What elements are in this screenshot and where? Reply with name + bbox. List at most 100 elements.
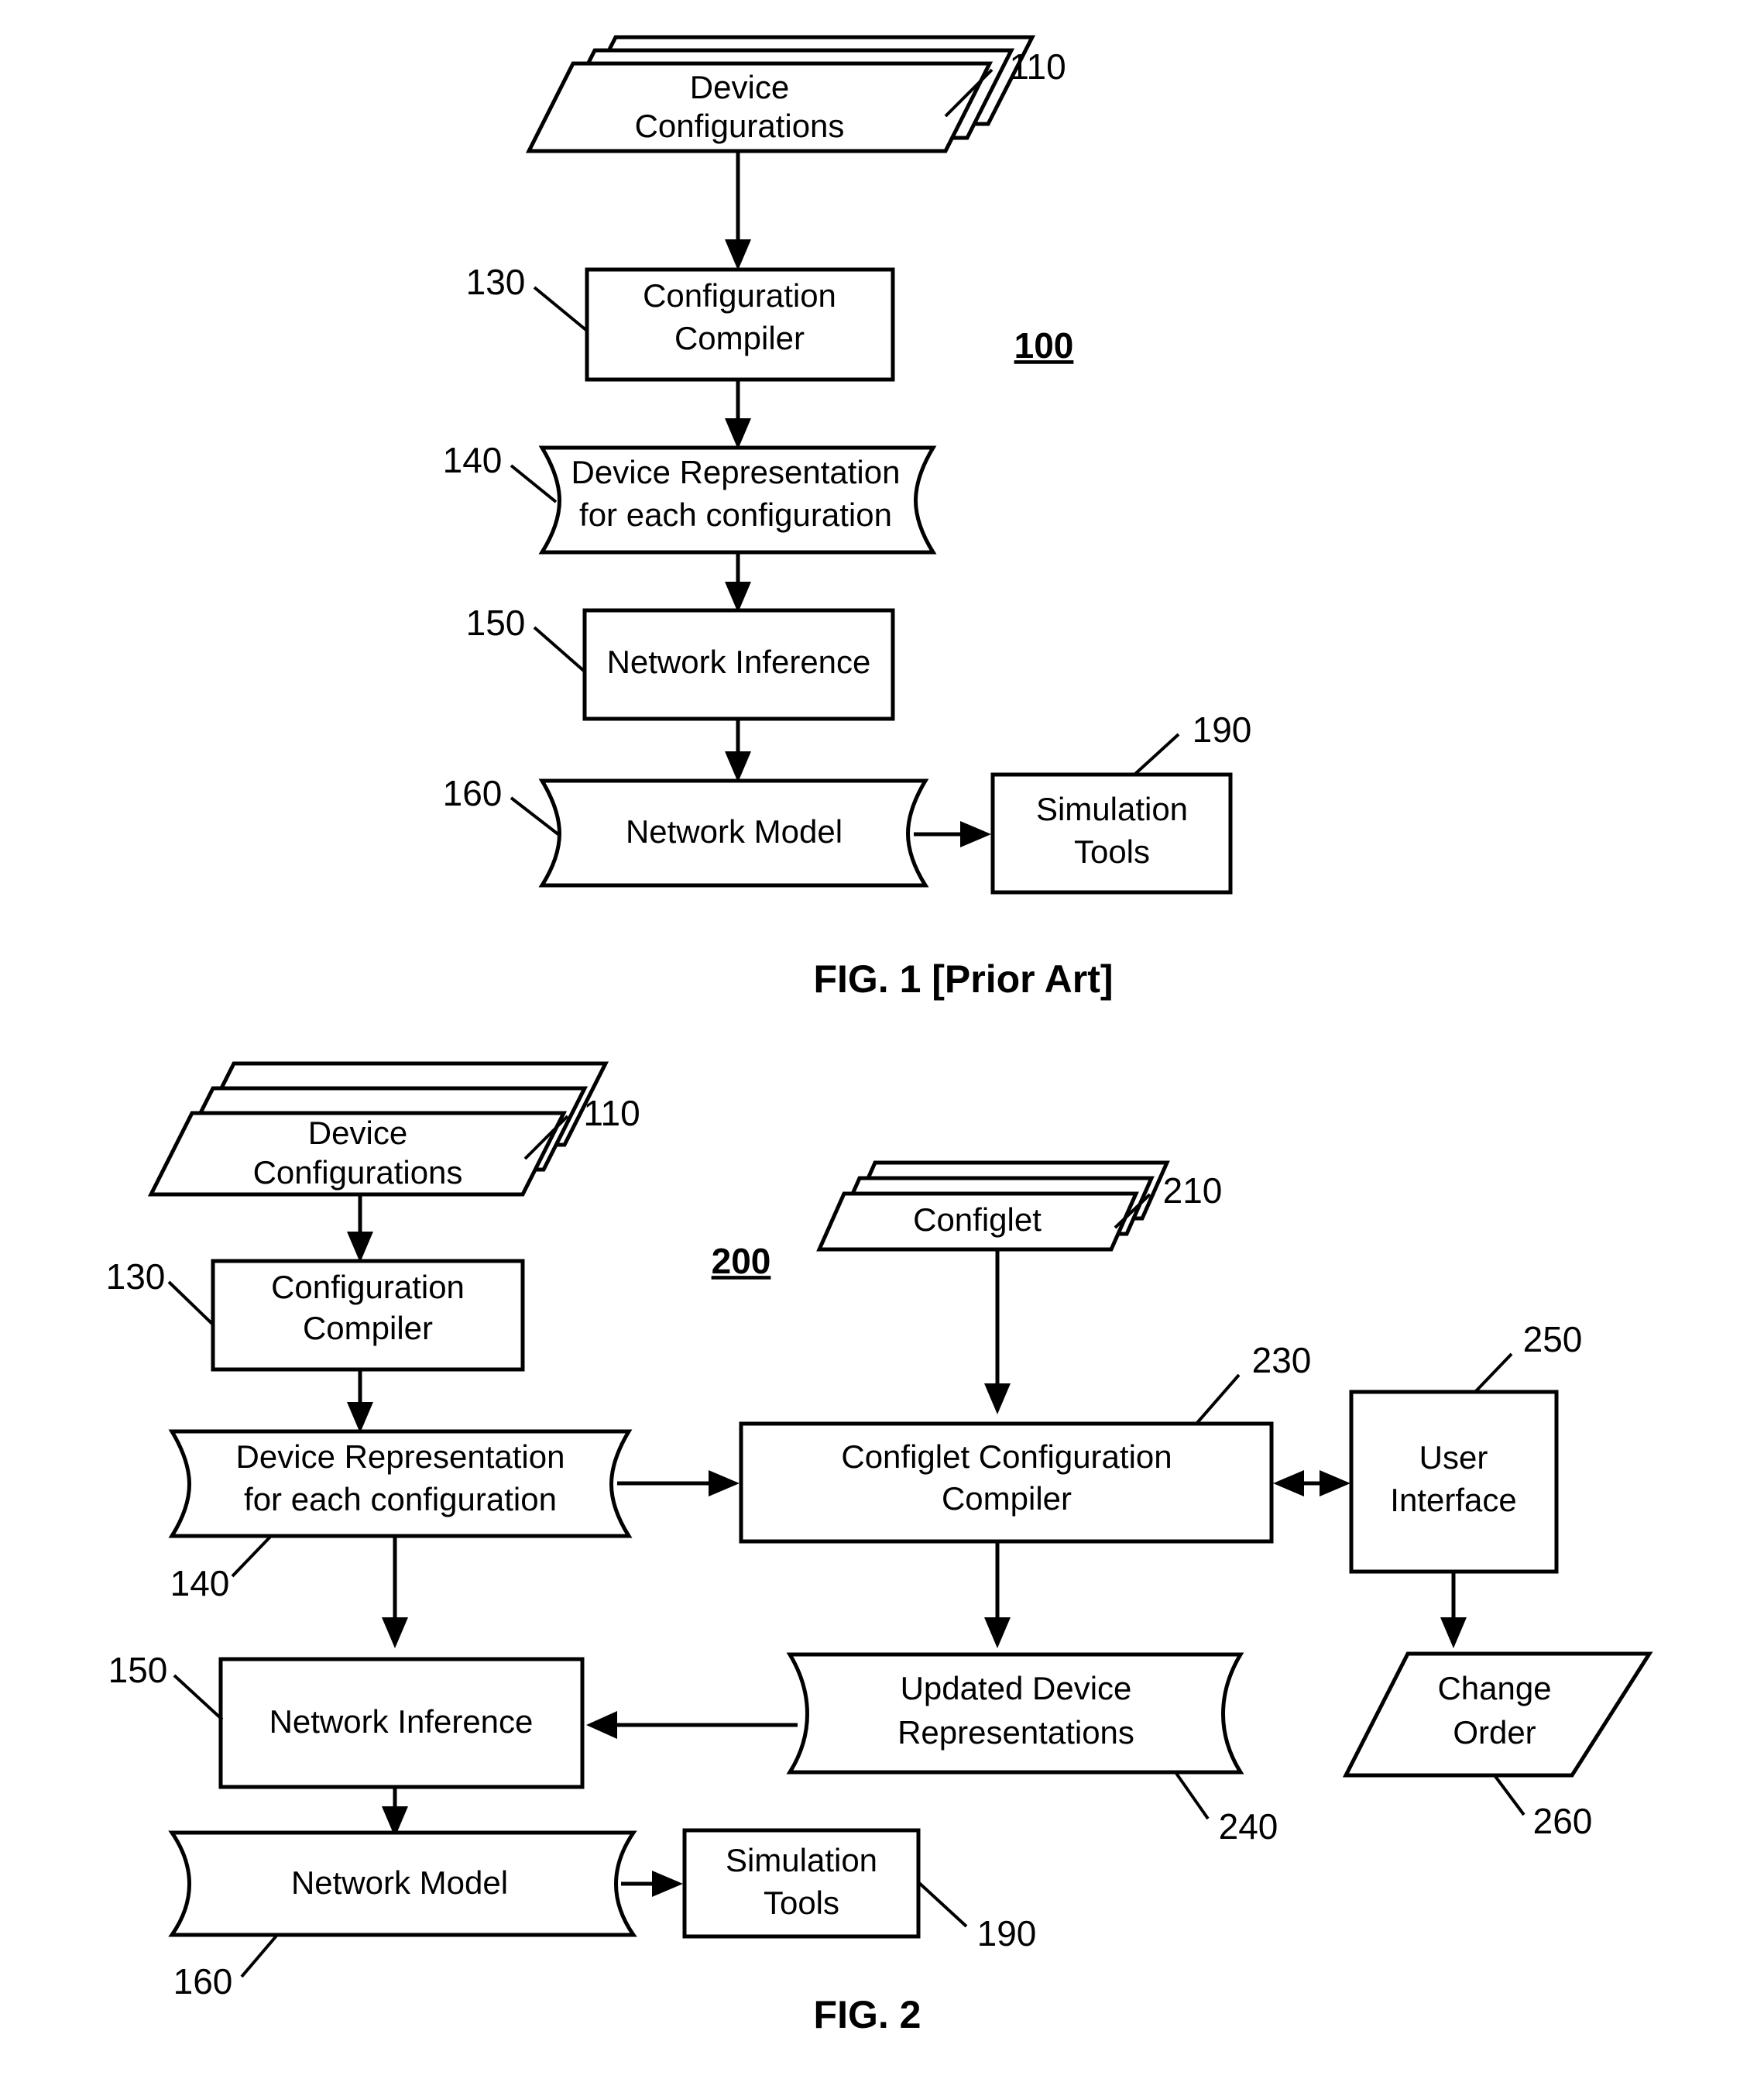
- leader-260-fig2: [1493, 1774, 1525, 1816]
- ref-number-210: 210: [1163, 1170, 1223, 1211]
- figure-1: Device Configurations 110 Configuration …: [443, 35, 1252, 1001]
- ref-number-130-fig1: 130: [466, 262, 526, 302]
- leader-140-fig1: [510, 464, 558, 503]
- leader-140-fig2: [231, 1534, 273, 1578]
- edge-150-to-160-fig1: [725, 719, 751, 782]
- leader-230-fig2: [1195, 1373, 1241, 1425]
- leader-240-fig2: [1174, 1771, 1210, 1820]
- edge-140-to-150-fig1: [725, 552, 751, 613]
- user-interface-label-line1: User: [1419, 1439, 1488, 1476]
- patent-figure-sheet: Device Configurations 110 Configuration …: [106, 35, 1653, 2036]
- device-configurations-label-line2-fig2: Configurations: [253, 1154, 463, 1191]
- user-interface-label-line2: Interface: [1390, 1482, 1516, 1518]
- node-device-configurations-110[interactable]: Device Configurations: [525, 35, 1036, 153]
- ref-number-150-fig1: 150: [466, 603, 526, 643]
- leader-130-fig2: [167, 1280, 214, 1326]
- edge-240-to-150-fig2: [586, 1711, 798, 1739]
- ref-number-130-fig2: 130: [106, 1256, 166, 1297]
- system-number-100: 100: [1014, 325, 1074, 366]
- ref-number-190-fig1: 190: [1193, 710, 1252, 750]
- ref-number-240: 240: [1219, 1806, 1278, 1847]
- ref-number-190-fig2: 190: [977, 1913, 1037, 1953]
- node-updated-device-representations-240[interactable]: Updated Device Representations: [786, 1652, 1244, 1775]
- node-configlet-configuration-compiler-230[interactable]: Configlet Configuration Compiler: [739, 1421, 1274, 1544]
- edge-160-to-190-fig1: [914, 821, 991, 847]
- leader-190-fig2: [917, 1881, 968, 1928]
- edge-160-to-190-fig2: [621, 1871, 683, 1897]
- edge-250-to-260-fig2: [1440, 1572, 1467, 1648]
- ref-number-160-fig1: 160: [443, 773, 503, 813]
- edge-130-to-140-fig1: [725, 380, 751, 449]
- edge-140-to-150-fig2: [382, 1536, 408, 1648]
- change-order-label-line1: Change: [1437, 1670, 1551, 1706]
- node-user-interface-250[interactable]: User Interface: [1349, 1390, 1559, 1574]
- network-model-label-fig2: Network Model: [291, 1864, 508, 1901]
- edge-210-to-230-fig2: [984, 1249, 1011, 1414]
- edge-110-to-130-fig1: [725, 151, 751, 270]
- change-order-label-line2: Order: [1453, 1714, 1536, 1751]
- device-representation-label-line2-fig2: for each configuration: [244, 1481, 557, 1517]
- simulation-tools-label-line2-fig2: Tools: [764, 1885, 839, 1921]
- node-simulation-tools-190[interactable]: Simulation Tools: [990, 772, 1233, 895]
- leader-150-fig1: [533, 626, 586, 673]
- device-configurations-label-line1-fig2: Device: [308, 1115, 407, 1151]
- ref-number-250: 250: [1523, 1319, 1583, 1359]
- edge-140-to-230-fig2: [617, 1470, 740, 1496]
- configuration-compiler-label-line1: Configuration: [643, 277, 836, 314]
- patent-drawing-page: Device Configurations 110 Configuration …: [0, 0, 1764, 2096]
- configlet-compiler-label-line1: Configlet Configuration: [841, 1438, 1172, 1475]
- configlet-label: Configlet: [913, 1201, 1042, 1238]
- device-configurations-label-line2: Configurations: [635, 108, 845, 144]
- node-network-inference-150-fig2[interactable]: Network Inference: [218, 1657, 585, 1789]
- node-device-configurations-110-fig2[interactable]: Device Configurations: [147, 1061, 609, 1197]
- leader-150-fig2: [173, 1674, 224, 1721]
- node-network-model-160-fig2[interactable]: Network Model: [168, 1830, 637, 1937]
- configuration-compiler-label-line2: Compiler: [674, 320, 805, 356]
- node-configlet-210[interactable]: Configlet: [816, 1160, 1170, 1252]
- ref-number-260: 260: [1533, 1801, 1593, 1841]
- leader-250-fig2: [1474, 1352, 1513, 1393]
- simulation-tools-label-line1: Simulation: [1036, 791, 1188, 827]
- node-device-representation-140[interactable]: Device Representation for each configura…: [538, 445, 937, 555]
- device-representation-label-line1: Device Representation: [571, 454, 901, 490]
- node-change-order-260[interactable]: Change Order: [1342, 1651, 1653, 1778]
- edge-130-to-140-fig2: [347, 1369, 373, 1433]
- node-configuration-compiler-130[interactable]: Configuration Compiler: [585, 267, 895, 382]
- device-representation-label-line2: for each configuration: [579, 497, 892, 533]
- configuration-compiler-label-line2-fig2: Compiler: [303, 1310, 433, 1346]
- node-configuration-compiler-130-fig2[interactable]: Configuration Compiler: [211, 1259, 525, 1372]
- updated-device-reps-label-line1: Updated Device: [901, 1670, 1132, 1706]
- configlet-compiler-label-line2: Compiler: [942, 1480, 1072, 1517]
- ref-number-230: 230: [1252, 1340, 1312, 1380]
- ref-number-160-fig2: 160: [173, 1961, 233, 2002]
- ref-number-140-fig2: 140: [170, 1563, 230, 1603]
- network-model-label: Network Model: [626, 813, 843, 850]
- edge-110-to-130-fig2: [347, 1194, 373, 1263]
- ref-number-150-fig2: 150: [108, 1650, 168, 1690]
- node-device-representation-140-fig2[interactable]: Device Representation for each configura…: [168, 1429, 633, 1538]
- ref-number-140-fig1: 140: [443, 440, 503, 480]
- ref-number-110-fig1: 110: [1009, 46, 1066, 87]
- node-network-model-160[interactable]: Network Model: [538, 778, 929, 888]
- simulation-tools-label-line1-fig2: Simulation: [726, 1842, 877, 1878]
- device-configurations-label-line1: Device: [690, 69, 789, 105]
- device-representation-label-line1-fig2: Device Representation: [236, 1438, 565, 1475]
- ref-number-110-fig2: 110: [583, 1093, 640, 1133]
- updated-device-reps-label-line2: Representations: [897, 1714, 1134, 1751]
- system-number-200: 200: [712, 1241, 771, 1281]
- node-network-inference-150[interactable]: Network Inference: [582, 608, 895, 721]
- edge-150-to-160-fig2: [382, 1787, 408, 1837]
- network-inference-label-fig2: Network Inference: [269, 1703, 534, 1740]
- edge-230-to-250-fig2: [1273, 1470, 1350, 1496]
- leader-190-fig1: [1133, 733, 1180, 776]
- figure-2-caption: FIG. 2: [814, 1993, 921, 2036]
- leader-130-fig1: [533, 286, 589, 332]
- simulation-tools-label-line2: Tools: [1074, 833, 1150, 870]
- node-simulation-tools-190-fig2[interactable]: Simulation Tools: [682, 1828, 921, 1939]
- configuration-compiler-label-line1-fig2: Configuration: [271, 1269, 465, 1305]
- network-inference-label: Network Inference: [607, 644, 871, 680]
- figure-2: Device Configurations 110 Configuration …: [106, 1061, 1653, 2036]
- edge-230-to-240-fig2: [984, 1541, 1011, 1648]
- figure-1-caption: FIG. 1 [Prior Art]: [813, 957, 1113, 1001]
- leader-160-fig2: [240, 1933, 279, 1978]
